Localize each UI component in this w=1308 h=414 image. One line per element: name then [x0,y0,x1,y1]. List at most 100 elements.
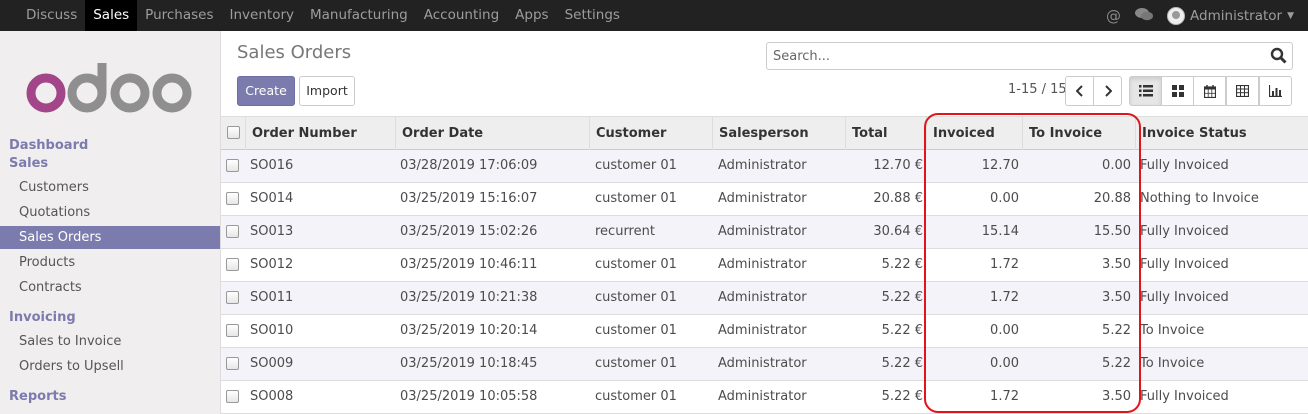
column-customer[interactable]: Customer [589,117,712,151]
row-checkbox[interactable] [226,390,239,403]
bar-chart-icon [1269,85,1282,97]
cell-invoice-status: Fully Invoiced [1140,257,1229,272]
row-checkbox[interactable] [226,357,239,370]
list-view-button[interactable] [1129,76,1162,106]
create-button[interactable]: Create [237,76,295,106]
cell-customer: recurrent [595,224,655,239]
sidebar-heading-dashboard[interactable]: Dashboard [9,138,88,153]
row-checkbox[interactable] [226,159,239,172]
table-header: Order Number Order Date Customer Salespe… [221,116,1308,151]
caret-down-icon: ▼ [1287,10,1294,21]
cell-customer: customer 01 [595,290,677,305]
row-checkbox[interactable] [226,291,239,304]
import-button[interactable]: Import [299,76,355,106]
pager-next-button[interactable] [1093,76,1122,106]
at-sign-icon[interactable]: @ [1106,7,1121,25]
table-row[interactable]: SO014 03/25/2019 15:16:07 customer 01 Admin… [221,183,1308,216]
cell-order-date: 03/25/2019 15:16:07 [400,191,538,206]
cell-invoiced: 15.14 [981,224,1019,239]
cell-invoice-status: Fully Invoiced [1140,290,1229,305]
menu-discuss[interactable]: Discuss [18,0,85,31]
table-row[interactable]: SO008 03/25/2019 10:05:58 customer 01 Admin… [221,381,1308,414]
cell-salesperson: Administrator [718,224,807,239]
column-order-date[interactable]: Order Date [395,117,590,151]
sidebar-item-sales-to-invoice[interactable]: Sales to Invoice [0,330,220,353]
search-box [766,42,1293,70]
menu-settings[interactable]: Settings [557,0,628,31]
menu-purchases[interactable]: Purchases [137,0,221,31]
cell-order-number: SO011 [250,290,294,305]
graph-view-button[interactable] [1259,76,1292,106]
column-invoice-status[interactable]: Invoice Status [1135,117,1308,151]
cell-order-date: 03/25/2019 10:21:38 [400,290,538,305]
cell-customer: customer 01 [595,356,677,371]
select-all-checkbox[interactable] [227,126,240,139]
cell-order-number: SO014 [250,191,294,206]
sidebar-heading-sales: Sales [9,156,49,171]
cell-customer: customer 01 [595,158,677,173]
cell-total: 5.22 € [881,290,923,305]
cell-total: 12.70 € [873,158,923,173]
sidebar-item-orders-to-upsell[interactable]: Orders to Upsell [0,355,220,378]
column-total[interactable]: Total [845,117,927,151]
pager-value[interactable]: 1-15 / 15 [1008,82,1067,97]
sidebar-item-quotations[interactable]: Quotations [0,201,220,224]
cell-order-number: SO009 [250,356,294,371]
sidebar-heading-reports[interactable]: Reports [9,389,66,404]
cell-salesperson: Administrator [718,290,807,305]
user-name: Administrator [1190,7,1283,24]
table-row[interactable]: SO009 03/25/2019 10:18:45 customer 01 Admin… [221,348,1308,381]
menu-sales[interactable]: Sales [85,0,138,31]
row-checkbox[interactable] [226,225,239,238]
calendar-view-button[interactable] [1193,76,1226,106]
table-row[interactable]: SO016 03/28/2019 17:06:09 customer 01 Admin… [221,150,1308,183]
chevron-right-icon [1104,85,1112,97]
cell-order-number: SO012 [250,257,294,272]
cell-salesperson: Administrator [718,257,807,272]
search-input[interactable] [767,43,1257,69]
row-checkbox[interactable] [226,258,239,271]
search-icon[interactable] [1270,47,1287,68]
column-invoiced[interactable]: Invoiced [926,117,1023,151]
cell-customer: customer 01 [595,257,677,272]
chat-bubbles-icon[interactable] [1135,7,1154,25]
cell-salesperson: Administrator [718,323,807,338]
user-menu[interactable]: Administrator ▼ [1167,6,1294,25]
sidebar-item-customers[interactable]: Customers [0,176,220,199]
table-row[interactable]: SO013 03/25/2019 15:02:26 recurrent Adminis… [221,216,1308,249]
sidebar-item-contracts[interactable]: Contracts [0,276,220,299]
cell-salesperson: Administrator [718,356,807,371]
cell-customer: customer 01 [595,191,677,206]
table-icon [1236,85,1249,97]
table-row[interactable]: SO012 03/25/2019 10:46:11 customer 01 Admin… [221,249,1308,282]
cell-to-invoice: 3.50 [1102,257,1131,272]
cell-order-date: 03/25/2019 10:20:14 [400,323,538,338]
cell-order-number: SO016 [250,158,294,173]
sidebar-item-products[interactable]: Products [0,251,220,274]
table-row[interactable]: SO010 03/25/2019 10:20:14 customer 01 Admin… [221,315,1308,348]
row-checkbox[interactable] [226,324,239,337]
column-to-invoice[interactable]: To Invoice [1022,117,1136,151]
pager-previous-button[interactable] [1065,76,1094,106]
cell-total: 5.22 € [881,389,923,404]
cell-invoiced: 0.00 [990,356,1019,371]
kanban-view-button[interactable] [1161,76,1194,106]
table-row[interactable]: SO011 03/25/2019 10:21:38 customer 01 Admin… [221,282,1308,315]
cell-invoiced: 12.70 [981,158,1019,173]
menu-inventory[interactable]: Inventory [222,0,302,31]
column-order-number[interactable]: Order Number [245,117,395,151]
row-checkbox[interactable] [226,192,239,205]
list-view-icon [1138,85,1153,97]
odoo-logo[interactable] [26,61,196,113]
cell-to-invoice: 5.22 [1102,356,1131,371]
cell-invoice-status: Fully Invoiced [1140,389,1229,404]
menu-manufacturing[interactable]: Manufacturing [302,0,416,31]
cell-invoice-status: Fully Invoiced [1140,224,1229,239]
pivot-view-button[interactable] [1226,76,1259,106]
menu-apps[interactable]: Apps [507,0,556,31]
cell-invoiced: 0.00 [990,323,1019,338]
column-salesperson[interactable]: Salesperson [712,117,846,151]
cell-order-number: SO010 [250,323,294,338]
sidebar-item-sales-orders[interactable]: Sales Orders [0,226,220,249]
menu-accounting[interactable]: Accounting [416,0,507,31]
